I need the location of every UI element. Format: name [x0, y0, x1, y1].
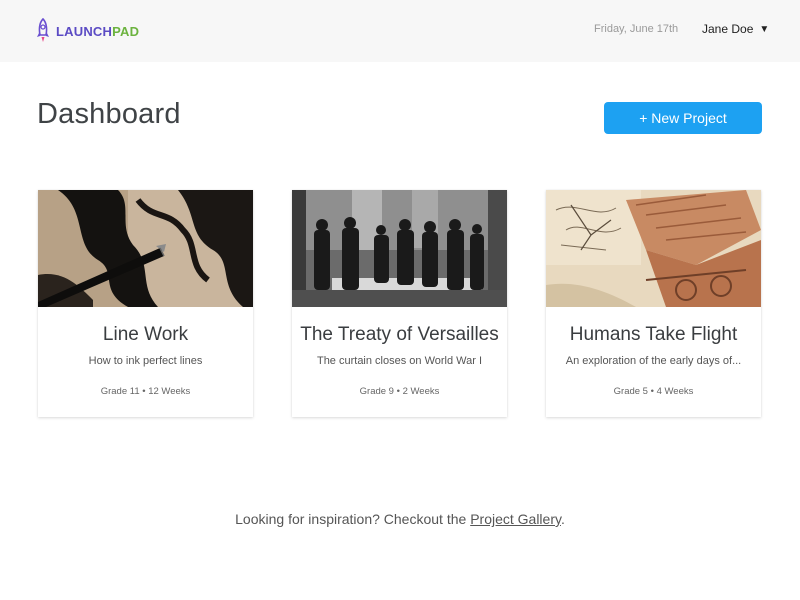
project-meta: Grade 11 • 12 Weeks [100, 386, 191, 397]
footer-prefix: Looking for inspiration? Checkout the [235, 511, 471, 527]
project-card[interactable]: Line Work How to ink perfect lines Grade… [38, 190, 253, 417]
current-date: Friday, June 17th [594, 23, 679, 35]
project-image-ink-pen [38, 190, 253, 307]
project-card[interactable]: The Treaty of Versailles The curtain clo… [292, 190, 507, 417]
page-title: Dashboard [37, 98, 181, 130]
project-gallery-link[interactable]: Project Gallery [470, 511, 561, 527]
footer-inspiration: Looking for inspiration? Checkout the Pr… [0, 511, 800, 527]
project-title: Humans Take Flight [569, 324, 738, 345]
project-title: Line Work [102, 324, 189, 345]
project-title: The Treaty of Versailles [300, 324, 499, 345]
new-project-button[interactable]: + New Project [604, 102, 762, 134]
project-subtitle: The curtain closes on World War I [316, 355, 483, 367]
user-menu[interactable]: Jane Doe ▼ [702, 22, 769, 36]
footer-suffix: . [560, 511, 565, 527]
logo[interactable]: LAUNCHPAD [36, 18, 139, 44]
project-subtitle: How to ink perfect lines [88, 355, 203, 367]
project-meta: Grade 9 • 2 Weeks [359, 386, 440, 397]
project-subtitle: An exploration of the early days of... [565, 355, 742, 367]
caret-down-icon: ▼ [759, 23, 770, 35]
user-name: Jane Doe [702, 22, 754, 36]
top-bar: LAUNCHPAD Friday, June 17th Jane Doe ▼ [0, 0, 800, 62]
rocket-icon [36, 18, 50, 44]
project-meta: Grade 5 • 4 Weeks [613, 386, 694, 397]
logo-wordmark: LAUNCHPAD [56, 23, 140, 39]
project-card[interactable]: Humans Take Flight An exploration of the… [546, 190, 761, 417]
project-image-flying-machine [546, 190, 761, 307]
project-image-historical-photo [292, 190, 507, 307]
